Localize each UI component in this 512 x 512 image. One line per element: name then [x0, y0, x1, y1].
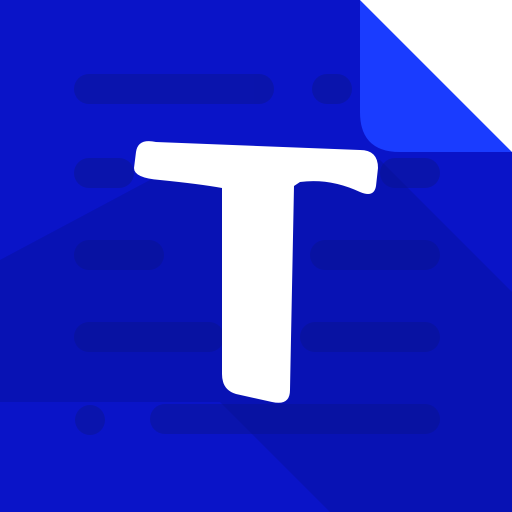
app-icon: [0, 0, 512, 512]
text-line: [74, 74, 274, 104]
document-icon: [0, 0, 512, 512]
text-line: [74, 158, 134, 188]
text-line: [312, 74, 352, 104]
text-dot: [75, 405, 105, 435]
